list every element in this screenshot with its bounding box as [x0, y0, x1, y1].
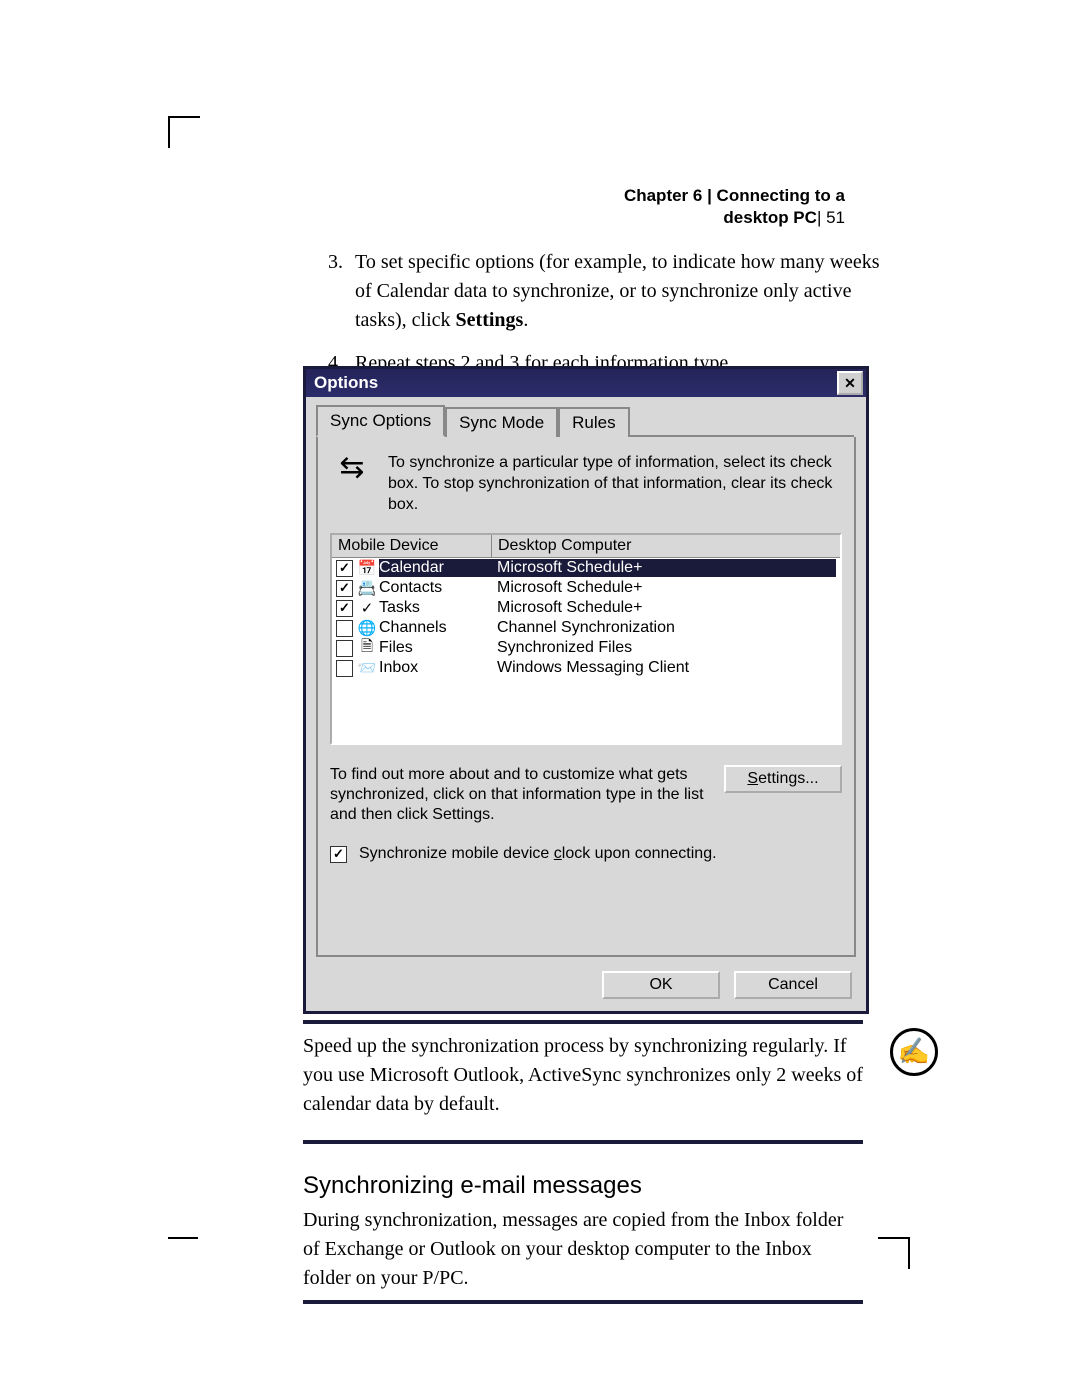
header-line1: Chapter 6 | Connecting to a [624, 186, 845, 205]
step-3: 3. To set specific options (for example,… [303, 248, 883, 335]
crop-mark [168, 116, 200, 148]
col-mobile-device: Mobile Device [332, 535, 492, 557]
hint-text: To find out more about and to customize … [330, 765, 714, 825]
row-name: Channels [379, 619, 497, 637]
description-text: To synchronize a particular type of info… [388, 453, 842, 515]
clock-checkbox[interactable] [330, 846, 347, 863]
row-desktop: Channel Synchronization [497, 619, 836, 637]
cancel-button[interactable]: Cancel [734, 971, 852, 999]
row-name: Tasks [379, 599, 497, 617]
section-heading: Synchronizing e-mail messages [303, 1172, 642, 1200]
tab-rules[interactable]: Rules [558, 407, 629, 437]
tab-pane: ⇆ To synchronize a particular type of in… [316, 437, 856, 957]
row-icon: 📨 [357, 659, 377, 677]
list-row[interactable]: 📨InboxWindows Messaging Client [332, 658, 840, 678]
header-line2-light: | 51 [817, 208, 845, 227]
row-desktop: Microsoft Schedule+ [497, 599, 836, 617]
header-line2-bold: desktop PC [723, 208, 817, 227]
note-icon: ✍ [890, 1028, 938, 1076]
row-checkbox[interactable] [336, 600, 353, 617]
row-checkbox[interactable] [336, 640, 353, 657]
row-desktop: Synchronized Files [497, 639, 836, 657]
list-header: Mobile Device Desktop Computer [332, 535, 840, 558]
tip-text: Speed up the synchronization process by … [303, 1032, 863, 1119]
row-checkbox[interactable] [336, 560, 353, 577]
sync-list[interactable]: Mobile Device Desktop Computer 📅Calendar… [330, 533, 842, 745]
tab-bar: Sync Options Sync Mode Rules [316, 407, 854, 437]
row-name: Files [379, 639, 497, 657]
crop-mark [878, 1237, 910, 1269]
row-desktop: Microsoft Schedule+ [497, 559, 836, 577]
row-name: Calendar [379, 559, 497, 577]
crop-mark [168, 1237, 198, 1269]
divider [303, 1140, 863, 1144]
dialog-buttons: OK Cancel [602, 971, 852, 999]
section-paragraph: During synchronization, messages are cop… [303, 1206, 863, 1293]
row-checkbox[interactable] [336, 660, 353, 677]
col-desktop-computer: Desktop Computer [492, 535, 840, 557]
description-row: ⇆ To synchronize a particular type of in… [330, 453, 842, 515]
clock-label: Synchronize mobile device clock upon con… [359, 845, 717, 863]
settings-button[interactable]: Settings... [724, 765, 842, 793]
titlebar: Options ✕ [306, 369, 866, 397]
list-row[interactable]: 🌐ChannelsChannel Synchronization [332, 618, 840, 638]
row-checkbox[interactable] [336, 580, 353, 597]
ok-button[interactable]: OK [602, 971, 720, 999]
row-icon: 📇 [357, 579, 377, 597]
step-tail: . [523, 309, 528, 331]
step-number: 3. [303, 248, 343, 277]
row-icon: 🌐 [357, 619, 377, 637]
list-row[interactable]: ✓TasksMicrosoft Schedule+ [332, 598, 840, 618]
row-icon: 🗎 [357, 639, 377, 657]
divider [303, 1300, 863, 1304]
row-name: Contacts [379, 579, 497, 597]
list-row[interactable]: 📇ContactsMicrosoft Schedule+ [332, 578, 840, 598]
clock-sync-row: Synchronize mobile device clock upon con… [330, 845, 842, 863]
row-desktop: Windows Messaging Client [497, 659, 836, 677]
step-bold: Settings [456, 309, 524, 331]
tab-sync-options[interactable]: Sync Options [316, 405, 445, 437]
step-text: To set specific options (for example, to… [355, 251, 880, 331]
row-checkbox[interactable] [336, 620, 353, 637]
row-icon: 📅 [357, 559, 377, 577]
page-header: Chapter 6 | Connecting to a desktop PC| … [565, 185, 845, 229]
tab-sync-mode[interactable]: Sync Mode [445, 407, 558, 437]
row-name: Inbox [379, 659, 497, 677]
close-button[interactable]: ✕ [837, 371, 863, 395]
dialog-title: Options [314, 373, 378, 393]
hint-row: To find out more about and to customize … [330, 765, 842, 825]
options-dialog: Options ✕ Sync Options Sync Mode Rules ⇆… [303, 366, 869, 1014]
list-row[interactable]: 📅CalendarMicrosoft Schedule+ [332, 558, 840, 578]
list-row[interactable]: 🗎FilesSynchronized Files [332, 638, 840, 658]
divider [303, 1020, 863, 1024]
sync-icon: ⇆ [330, 453, 374, 515]
row-desktop: Microsoft Schedule+ [497, 579, 836, 597]
row-icon: ✓ [357, 599, 377, 617]
